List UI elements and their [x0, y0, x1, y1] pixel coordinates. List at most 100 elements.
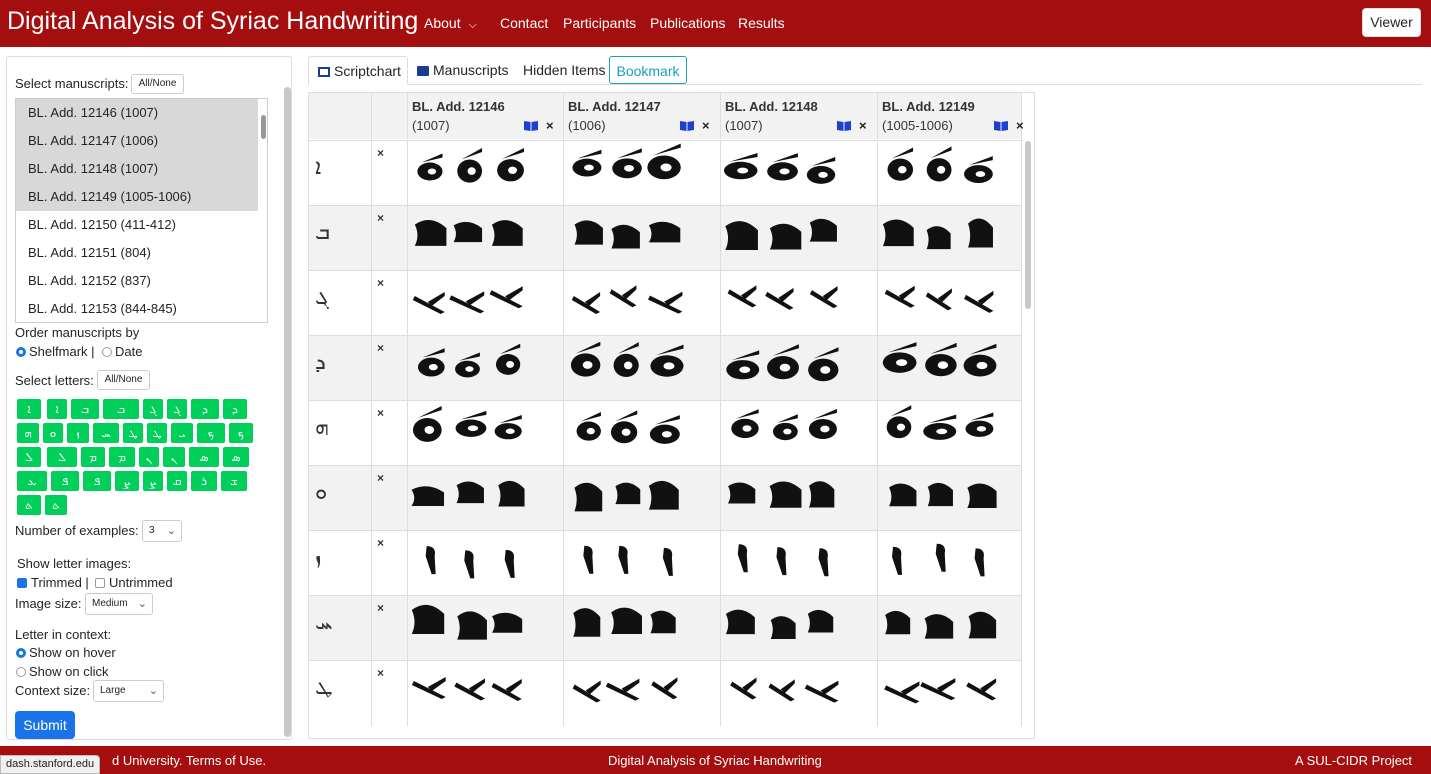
show-on-hover-radio[interactable]	[16, 648, 26, 658]
show-on-click-radio[interactable]	[16, 667, 26, 677]
letter-sample-cell[interactable]	[721, 661, 878, 726]
letter-toggle[interactable]: ܚ	[93, 423, 119, 443]
letter-toggle[interactable]: ܢ	[139, 447, 159, 467]
letter-toggle[interactable]: ܫ	[221, 471, 247, 491]
letter-sample-cell[interactable]	[721, 271, 878, 336]
letter-toggle[interactable]: ܨ	[143, 471, 163, 491]
manuscript-option[interactable]: BL. Add. 12146 (1007)	[16, 99, 258, 127]
letter-toggle[interactable]: ܣ	[189, 447, 219, 467]
letter-sample-cell[interactable]	[878, 531, 1022, 596]
letter-toggle[interactable]: ܒ	[103, 399, 139, 419]
list-scrollbar[interactable]	[261, 115, 266, 139]
letter-toggle[interactable]: ܘ	[43, 423, 63, 443]
letter-toggle[interactable]: ܡ	[109, 447, 135, 467]
letter-sample-cell[interactable]	[878, 401, 1022, 466]
letter-sample-cell[interactable]	[564, 336, 721, 401]
brand-title[interactable]: Digital Analysis of Syriac Handwriting	[7, 7, 418, 36]
manuscript-option[interactable]: BL. Add. 12149 (1005-1006)	[16, 183, 258, 211]
letter-toggle[interactable]: ܐ	[17, 399, 41, 419]
tab-bookmark[interactable]: Bookmark	[609, 56, 687, 84]
letter-sample-cell[interactable]	[721, 531, 878, 596]
order-date-radio[interactable]	[102, 347, 112, 357]
chart-scrollbar[interactable]	[1025, 141, 1031, 309]
letter-sample-cell[interactable]	[408, 661, 564, 726]
book-icon[interactable]	[994, 120, 1008, 131]
letters-all-none-button[interactable]: All/None	[97, 370, 150, 390]
remove-column-button[interactable]: ×	[702, 118, 710, 133]
book-icon[interactable]	[837, 120, 851, 131]
letter-toggle[interactable]: ܒ	[71, 399, 99, 419]
letter-toggle[interactable]: ܓ	[167, 399, 187, 419]
letter-sample-cell[interactable]	[408, 401, 564, 466]
letter-sample-cell[interactable]	[721, 141, 878, 206]
remove-column-button[interactable]: ×	[546, 118, 554, 133]
manuscript-option[interactable]: BL. Add. 12148 (1007)	[16, 155, 258, 183]
letter-toggle[interactable]: ܠ	[17, 447, 41, 467]
letter-sample-cell[interactable]	[408, 141, 564, 206]
tab-scriptchart[interactable]: Scriptchart	[308, 56, 408, 85]
letter-toggle[interactable]: ܥ	[17, 471, 47, 491]
letter-toggle[interactable]: ܛ	[123, 423, 143, 443]
nav-contact[interactable]: Contact	[500, 15, 548, 31]
letter-sample-cell[interactable]	[878, 141, 1022, 206]
letter-sample-cell[interactable]	[721, 336, 878, 401]
letter-toggle[interactable]: ܠ	[47, 447, 77, 467]
letter-toggle[interactable]: ܦ	[83, 471, 111, 491]
order-shelfmark-radio[interactable]	[16, 347, 26, 357]
letter-toggle[interactable]: ܛ	[147, 423, 167, 443]
manuscript-select-list[interactable]: BL. Add. 12146 (1007) BL. Add. 12147 (100…	[15, 98, 268, 323]
letter-sample-cell[interactable]	[564, 531, 721, 596]
manuscripts-all-none-button[interactable]: All/None	[131, 74, 184, 94]
book-icon[interactable]	[680, 120, 694, 131]
manuscript-option[interactable]: BL. Add. 12153 (844-845)	[16, 295, 258, 322]
letter-sample-cell[interactable]	[721, 596, 878, 661]
letter-sample-cell[interactable]	[408, 206, 564, 271]
letter-toggle[interactable]: ܪ	[191, 471, 217, 491]
letter-sample-cell[interactable]	[408, 531, 564, 596]
untrimmed-checkbox[interactable]	[95, 578, 105, 588]
footer-terms[interactable]: d University. Terms of Use.	[112, 753, 266, 768]
letter-toggle[interactable]: ܬ	[17, 495, 41, 515]
letter-toggle[interactable]: ܙ	[67, 423, 89, 443]
nav-participants[interactable]: Participants	[563, 15, 636, 31]
book-icon[interactable]	[524, 120, 538, 131]
footer-project[interactable]: A SUL-CIDR Project	[1295, 753, 1412, 768]
nav-results[interactable]: Results	[738, 15, 785, 31]
manuscript-option[interactable]: BL. Add. 12151 (804)	[16, 239, 258, 267]
letter-toggle[interactable]: ܟ	[197, 423, 225, 443]
manuscript-option[interactable]: BL. Add. 12150 (411-412)	[16, 211, 258, 239]
tab-manuscripts[interactable]: Manuscripts	[417, 56, 508, 85]
viewer-button[interactable]: Viewer	[1362, 8, 1421, 37]
letter-toggle[interactable]: ܢ	[163, 447, 185, 467]
letter-sample-cell[interactable]	[564, 466, 721, 531]
image-size-select[interactable]: Medium ⌄	[85, 593, 153, 615]
letter-sample-cell[interactable]	[878, 271, 1022, 336]
remove-column-button[interactable]: ×	[859, 118, 867, 133]
letter-sample-cell[interactable]	[564, 141, 721, 206]
remove-column-button[interactable]: ×	[1016, 118, 1024, 133]
letter-toggle[interactable]: ܡ	[81, 447, 105, 467]
letter-sample-cell[interactable]	[564, 596, 721, 661]
letter-sample-cell[interactable]	[878, 466, 1022, 531]
submit-button[interactable]: Submit	[15, 711, 75, 739]
letter-toggle[interactable]: ܕ	[191, 399, 219, 419]
letter-toggle[interactable]: ܣ	[223, 447, 249, 467]
letter-sample-cell[interactable]	[408, 596, 564, 661]
letter-toggle[interactable]: ܕ	[223, 399, 247, 419]
tab-hidden-items[interactable]: Hidden Items	[523, 56, 605, 85]
letter-sample-cell[interactable]	[878, 661, 1022, 726]
nav-publications[interactable]: Publications	[650, 15, 726, 31]
letter-sample-cell[interactable]	[721, 466, 878, 531]
nav-about[interactable]: About ⌵	[424, 15, 477, 32]
manuscript-option[interactable]: BL. Add. 12147 (1006)	[16, 127, 258, 155]
letter-sample-cell[interactable]	[721, 401, 878, 466]
letter-toggle[interactable]: ܐ	[47, 399, 67, 419]
context-size-select[interactable]: Large ⌄	[93, 680, 164, 702]
letter-sample-cell[interactable]	[878, 596, 1022, 661]
letter-sample-cell[interactable]	[408, 466, 564, 531]
letter-toggle[interactable]: ܩ	[167, 471, 187, 491]
manuscript-option[interactable]: BL. Add. 12152 (837)	[16, 267, 258, 295]
letter-sample-cell[interactable]	[408, 271, 564, 336]
letter-sample-cell[interactable]	[721, 206, 878, 271]
letter-toggle[interactable]: ܗ	[17, 423, 39, 443]
